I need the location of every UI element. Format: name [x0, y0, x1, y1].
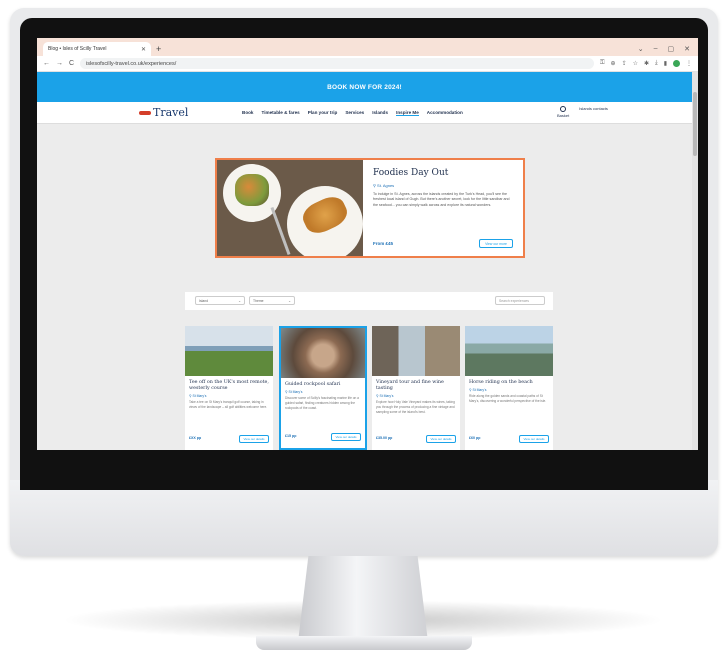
promo-banner[interactable]: BOOK NOW FOR 2024!	[37, 72, 692, 102]
close-window-button[interactable]: ✕	[684, 45, 690, 53]
card-description: Discover some of Scilly's fascinating ma…	[285, 396, 359, 410]
tab-title: Blog • Isles of Scilly Travel	[48, 46, 107, 52]
card-title: Vineyard tour and fine wine tasting	[376, 380, 444, 392]
theme-select-value: Theme	[253, 298, 264, 303]
card-image-rockpool	[281, 328, 365, 378]
basket-link[interactable]: Basket	[557, 106, 569, 118]
featured-price: From £45	[373, 241, 394, 246]
browser-tab[interactable]: Blog • Isles of Scilly Travel ✕	[43, 42, 151, 56]
nav-item-plan[interactable]: Plan your trip	[308, 110, 338, 116]
card-title: Guided rockpool safari	[285, 382, 341, 387]
sidepanel-icon[interactable]: ▮	[664, 60, 667, 67]
featured-experience[interactable]: Foodies Day Out ⚲ St. Agnes To indulge i…	[215, 158, 525, 258]
nav-item-accommodation[interactable]: Accommodation	[427, 110, 463, 116]
card-price: £35.00 pp	[376, 436, 393, 440]
card-location-text: St Mary's	[379, 394, 394, 399]
new-tab-button[interactable]: +	[156, 42, 161, 56]
theme-select[interactable]: Theme ⌄	[249, 296, 295, 305]
monitor-chin	[10, 480, 718, 556]
experience-card[interactable]: Vineyard tour and fine wine tasting ⚲ St…	[372, 326, 460, 450]
url-input[interactable]: islesofscilly-travel.co.uk/experiences/	[80, 58, 594, 69]
card-view-button[interactable]: View our details	[239, 435, 269, 443]
experience-card[interactable]: Horse riding on the beach ⚲ St Mary's Ri…	[465, 326, 553, 450]
window-controls: ⌄ – ▢ ✕	[638, 45, 698, 56]
zoom-icon[interactable]: ⊕	[611, 60, 616, 67]
featured-title: Foodies Day Out	[373, 168, 449, 178]
card-location-text: St Mary's	[192, 394, 207, 399]
contacts-link[interactable]: Islands contacts	[579, 106, 608, 111]
experience-cards: Tee off on the UK's most remote, westerl…	[185, 326, 553, 450]
stage: Blog • Isles of Scilly Travel ✕ + ⌄ – ▢ …	[0, 0, 726, 666]
search-input[interactable]: Search experiences	[495, 296, 545, 305]
card-title: Horse riding on the beach	[469, 380, 533, 385]
maximize-button[interactable]: ▢	[668, 45, 675, 53]
share-icon[interactable]: ⇪	[622, 60, 627, 67]
site-nav: Travel Book Timetable & fares Plan your …	[37, 102, 692, 124]
extensions-icon[interactable]: ✱	[644, 60, 649, 67]
featured-body: Foodies Day Out ⚲ St. Agnes To indulge i…	[363, 160, 523, 256]
nav-item-islands[interactable]: Islands	[372, 110, 388, 116]
card-price: £60 pp	[469, 436, 481, 440]
tab-close-icon[interactable]: ✕	[141, 46, 146, 53]
screen: Blog • Isles of Scilly Travel ✕ + ⌄ – ▢ …	[37, 38, 698, 450]
nav-item-services[interactable]: Services	[345, 110, 364, 116]
card-location-text: St Mary's	[472, 388, 487, 393]
card-view-button[interactable]: View our details	[426, 435, 456, 443]
experience-card[interactable]: Tee off on the UK's most remote, westerl…	[185, 326, 273, 450]
tab-search-icon[interactable]: ⌄	[638, 45, 644, 53]
card-description: Ride along the golden sands and coastal …	[469, 394, 547, 403]
profile-avatar[interactable]	[673, 60, 680, 67]
address-bar-row: ← → C islesofscilly-travel.co.uk/experie…	[37, 56, 698, 72]
minimize-button[interactable]: –	[654, 45, 658, 53]
island-select[interactable]: Island ⌄	[195, 296, 245, 305]
card-price: £XX pp	[189, 436, 202, 440]
featured-location-text: St. Agnes	[377, 183, 395, 188]
card-price: £15 pp	[285, 434, 297, 438]
experience-card[interactable]: Guided rockpool safari ⚲ St Mary's Disco…	[279, 326, 367, 450]
nav-item-book[interactable]: Book	[242, 110, 253, 116]
featured-description: To indulge in St. Agnes, across the isla…	[373, 192, 510, 207]
food-shape	[235, 174, 269, 206]
basket-icon	[560, 106, 567, 112]
monitor-stand-base	[256, 636, 472, 650]
menu-icon[interactable]: ⋮	[686, 60, 692, 67]
card-location-text: St Mary's	[288, 390, 303, 395]
logo-mark-icon	[139, 110, 151, 115]
web-page: BOOK NOW FOR 2024! Travel Book Timetable…	[37, 72, 692, 450]
chevron-down-icon: ⌄	[238, 298, 241, 303]
nav-right: Basket Islands contacts	[557, 106, 608, 118]
contacts-label: Islands contacts	[579, 106, 608, 111]
card-title: Tee off on the UK's most remote, westerl…	[189, 380, 269, 392]
extensions-area: ⚿ ⊕ ⇪ ☆ ✱ ⤓ ▮ ⋮	[600, 60, 692, 67]
featured-location: ⚲ St. Agnes	[373, 183, 395, 188]
site-logo[interactable]: Travel	[139, 106, 188, 119]
browser-tabstrip: Blog • Isles of Scilly Travel ✕ + ⌄ – ▢ …	[37, 38, 698, 56]
chevron-down-icon: ⌄	[288, 298, 291, 303]
card-view-button[interactable]: View our details	[519, 435, 549, 443]
featured-view-button[interactable]: View our more	[479, 239, 513, 248]
card-image-horse	[465, 326, 553, 376]
filter-bar: Island ⌄ Theme ⌄ Search experiences	[185, 292, 553, 310]
card-description: Explore how Holy Vale Vineyard makes its…	[376, 400, 455, 414]
nav-item-inspire[interactable]: Inspire Me	[396, 110, 419, 116]
featured-image	[217, 160, 363, 256]
card-description: Take a tee on St Mary's tranquil golf co…	[189, 400, 268, 410]
island-select-value: Island	[199, 298, 209, 303]
scrollbar-thumb[interactable]	[693, 92, 697, 156]
reload-button[interactable]: C	[69, 60, 74, 67]
nav-item-timetable[interactable]: Timetable & fares	[261, 110, 299, 116]
nav-links: Book Timetable & fares Plan your trip Se…	[242, 110, 463, 116]
download-icon[interactable]: ⤓	[655, 60, 658, 67]
card-image-golf	[185, 326, 273, 376]
bookmark-star-icon[interactable]: ☆	[633, 60, 638, 67]
logo-text: Travel	[153, 106, 189, 119]
card-image-vineyard	[372, 326, 460, 376]
forward-button[interactable]: →	[56, 60, 63, 67]
basket-label: Basket	[557, 113, 570, 118]
back-button[interactable]: ←	[43, 60, 50, 67]
key-icon[interactable]: ⚿	[600, 60, 605, 67]
card-view-button[interactable]: View our details	[331, 433, 361, 441]
monitor-stand-neck	[298, 556, 428, 642]
